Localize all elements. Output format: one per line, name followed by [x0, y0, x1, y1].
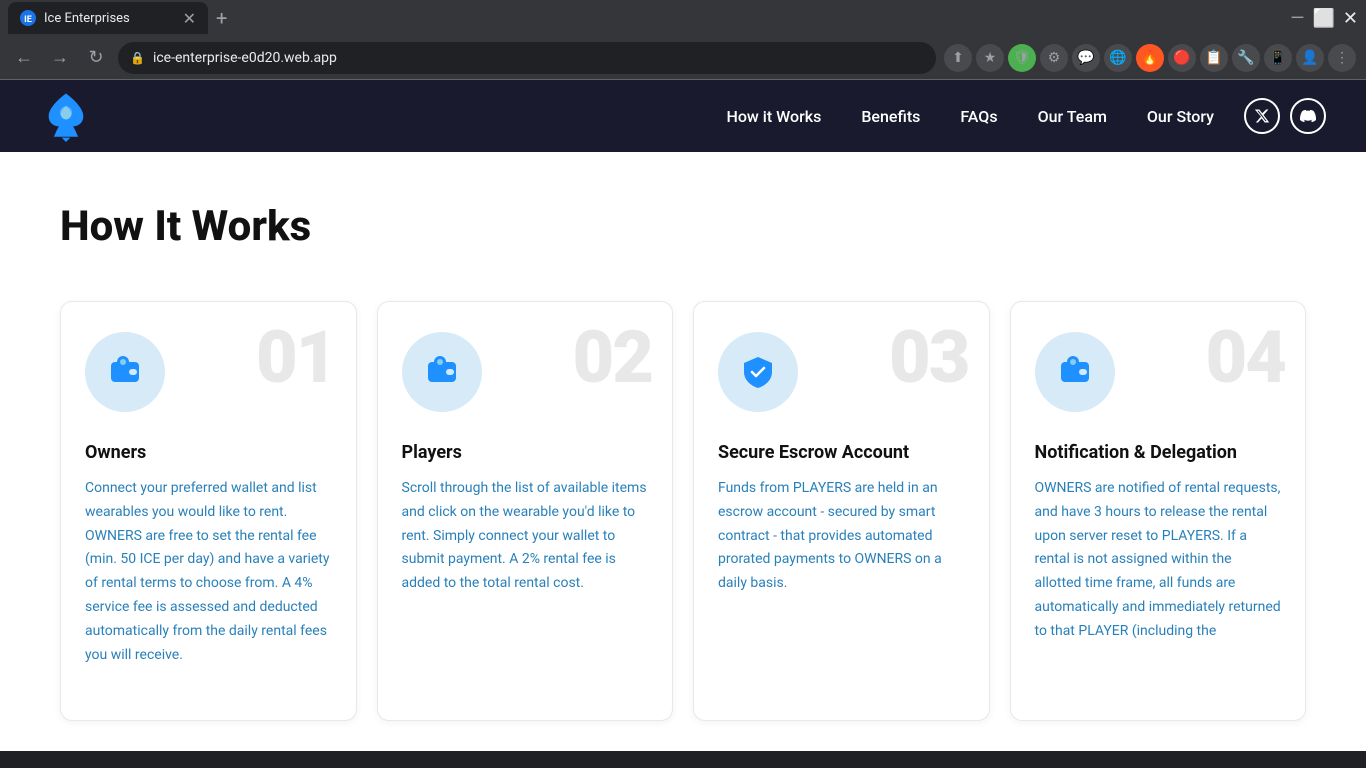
card-title-1: Owners	[85, 442, 332, 463]
toolbar-icons: ⬆ ★ 🛡 ⚙ 💬 🌐 🔥 🔴 📋 🔧 📱 👤 ⋮	[944, 44, 1356, 72]
browser-window: IE Ice Enterprises ✕ + — ⬜ ✕ ← → ↻ 🔒 ice…	[0, 0, 1366, 768]
nav-link-how-it-works[interactable]: How it Works	[726, 107, 821, 126]
discord-logo-icon	[1300, 108, 1316, 124]
extension-icon-5[interactable]: 🔥	[1136, 44, 1164, 72]
extension-icon-4[interactable]: 🌐	[1104, 44, 1132, 72]
extension-icon-9[interactable]: 📱	[1264, 44, 1292, 72]
card-body-1: Connect your preferred wallet and list w…	[85, 477, 332, 667]
card-title-3: Secure Escrow Account	[718, 442, 965, 463]
window-controls: — ⬜ ✕	[1290, 8, 1358, 29]
twitter-icon[interactable]	[1244, 98, 1280, 134]
nav-link-faqs[interactable]: FAQs	[960, 107, 997, 126]
shield-check-icon	[740, 354, 776, 390]
card-notification: 04 Notification & Delegation OWNERS are …	[1010, 301, 1307, 721]
new-tab-button[interactable]: +	[216, 6, 227, 30]
card-body-3: Funds from PLAYERS are held in an escrow…	[718, 477, 965, 596]
nav-link-our-team[interactable]: Our Team	[1038, 107, 1107, 126]
refresh-button[interactable]: ↻	[82, 44, 110, 72]
browser-toolbar: ← → ↻ 🔒 ice-enterprise-e0d20.web.app ⬆ ★…	[0, 36, 1366, 80]
card-escrow: 03 Secure Escrow Account Funds from PLAY…	[693, 301, 990, 721]
nav-link-benefits[interactable]: Benefits	[861, 107, 920, 126]
card-title-2: Players	[402, 442, 649, 463]
forward-button[interactable]: →	[46, 44, 74, 72]
logo[interactable]: .sp{fill:#1e90ff;}	[40, 90, 92, 142]
card-number-2: 02	[573, 322, 652, 394]
card-icon-circle-3	[718, 332, 798, 412]
extension-icon-3[interactable]: 💬	[1072, 44, 1100, 72]
twitter-bird-icon	[1254, 108, 1270, 124]
card-icon-circle-1	[85, 332, 165, 412]
url-text: ice-enterprise-e0d20.web.app	[153, 50, 924, 66]
back-button[interactable]: ←	[10, 44, 38, 72]
wallet-icon-2	[424, 354, 460, 390]
card-body-4: OWNERS are notified of rental requests, …	[1035, 477, 1282, 644]
card-body-2: Scroll through the list of available ite…	[402, 477, 649, 596]
card-number-1: 01	[256, 322, 335, 394]
website-content: .sp{fill:#1e90ff;} How it Works Benefits…	[0, 80, 1366, 751]
discord-icon[interactable]	[1290, 98, 1326, 134]
card-icon-circle-2	[402, 332, 482, 412]
lock-icon: 🔒	[130, 51, 145, 65]
browser-tabs-bar: IE Ice Enterprises ✕ + — ⬜ ✕	[0, 0, 1366, 36]
card-players: 02 Players Scroll through the list of av…	[377, 301, 674, 721]
extension-icon-7[interactable]: 📋	[1200, 44, 1228, 72]
bookmark-icon[interactable]: ★	[976, 44, 1004, 72]
extension-icon-8[interactable]: 🔧	[1232, 44, 1260, 72]
extension-icon-6[interactable]: 🔴	[1168, 44, 1196, 72]
tab-close-button[interactable]: ✕	[183, 9, 196, 28]
window-maximize-button[interactable]: ⬜	[1312, 8, 1334, 29]
tab-title: Ice Enterprises	[44, 11, 130, 26]
page-title: How It Works	[60, 202, 1306, 251]
extension-icon-1[interactable]: 🛡	[1008, 44, 1036, 72]
extension-icon-2[interactable]: ⚙	[1040, 44, 1068, 72]
card-number-3: 03	[889, 322, 968, 394]
svg-text:IE: IE	[24, 15, 32, 25]
share-icon[interactable]: ⬆	[944, 44, 972, 72]
card-number-4: 04	[1206, 322, 1285, 394]
address-bar[interactable]: 🔒 ice-enterprise-e0d20.web.app	[118, 42, 936, 74]
cards-grid: 01 Owners Connect your preferred wallet …	[60, 301, 1306, 721]
navbar: .sp{fill:#1e90ff;} How it Works Benefits…	[0, 80, 1366, 152]
card-title-4: Notification & Delegation	[1035, 442, 1282, 463]
card-icon-circle-4	[1035, 332, 1115, 412]
profile-icon[interactable]: 👤	[1296, 44, 1324, 72]
active-tab[interactable]: IE Ice Enterprises ✕	[8, 2, 208, 34]
main-content: How It Works 01 Owners Connect your	[0, 152, 1366, 751]
social-icons	[1244, 98, 1326, 134]
nav-link-our-story[interactable]: Our Story	[1147, 107, 1214, 126]
nav-links: How it Works Benefits FAQs Our Team Our …	[726, 107, 1214, 126]
wallet-icon-4	[1057, 354, 1093, 390]
logo-icon: .sp{fill:#1e90ff;}	[40, 90, 92, 142]
tab-favicon-icon: IE	[20, 10, 36, 26]
window-minimize-button[interactable]: —	[1290, 8, 1304, 29]
menu-icon[interactable]: ⋮	[1328, 44, 1356, 72]
window-close-button[interactable]: ✕	[1343, 8, 1358, 29]
card-owners: 01 Owners Connect your preferred wallet …	[60, 301, 357, 721]
wallet-icon-1	[107, 354, 143, 390]
